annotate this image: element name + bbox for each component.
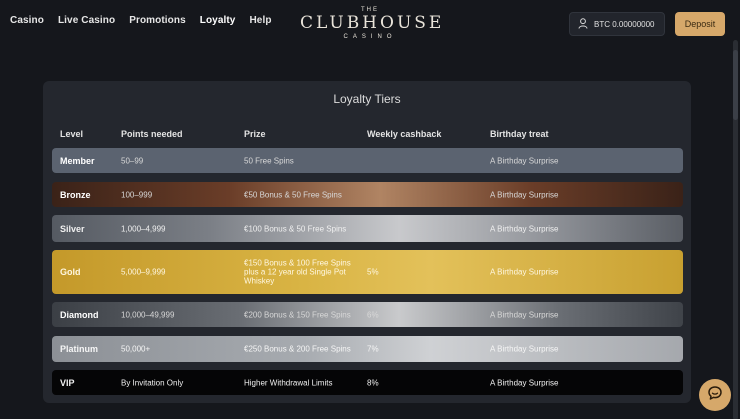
cell-level: Gold [60,267,81,277]
cell-level: Platinum [60,344,99,354]
cell-points: 100–999 [121,190,153,199]
header-points: Points needed [121,129,183,139]
cell-birthday: A Birthday Surprise [490,267,559,277]
header-cashback: Weekly cashback [367,129,442,139]
cell-prize: €200 Bonus & 150 Free Spins [244,310,351,319]
cell-cashback: 5% [367,267,379,277]
cell-cashback: 8% [367,378,379,387]
header-birthday: Birthday treat [490,129,549,139]
nav-promotions[interactable]: Promotions [129,15,186,26]
deposit-button[interactable]: Deposit [675,12,725,36]
table-row-platinum: Platinum 50,000+ €250 Bonus & 200 Free S… [52,336,683,362]
cell-prize: Higher Withdrawal Limits [244,378,333,387]
cell-points: 5,000–9,999 [121,267,166,277]
table-row-vip: VIP By Invitation Only Higher Withdrawal… [52,370,683,395]
cell-cashback: 6% [367,310,379,319]
main-nav: Casino Live Casino Promotions Loyalty He… [10,15,286,26]
cell-prize: €250 Bonus & 200 Free Spins [244,344,351,354]
cell-birthday: A Birthday Surprise [490,378,559,387]
nav-loyalty[interactable]: Loyalty [200,15,236,26]
cell-prize: €100 Bonus & 50 Free Spins [244,224,347,233]
cell-prize: €150 Bonus & 100 Free Spins plus a 12 ye… [244,258,351,286]
cell-birthday: A Birthday Surprise [490,310,559,319]
balance-display[interactable]: BTC 0.00000000 [569,12,665,36]
cell-points: By Invitation Only [121,378,184,387]
header-level: Level [60,129,84,139]
cell-level: VIP [60,377,75,388]
logo-bottom-text: CASINO [343,34,397,40]
logo-main-text: CLUBHOUSE [300,13,445,33]
cell-cashback: 7% [367,344,379,354]
card-title: Loyalty Tiers [333,92,401,106]
cell-birthday: A Birthday Surprise [490,156,559,165]
page-scrollbar[interactable] [733,40,738,419]
scrollbar-thumb[interactable] [733,50,738,120]
cell-points: 10,000–49,999 [121,310,175,319]
cell-level: Bronze [60,189,91,200]
nav-help[interactable]: Help [249,15,271,26]
cell-points: 1,000–4,999 [121,224,166,233]
chat-icon [707,385,723,406]
cell-level: Silver [60,223,85,234]
table-row-silver: Silver 1,000–4,999 €100 Bonus & 50 Free … [52,215,683,242]
table-row-bronze: Bronze 100–999 €50 Bonus & 50 Free Spins… [52,182,683,207]
cell-birthday: A Birthday Surprise [490,344,559,354]
top-bar: Casino Live Casino Promotions Loyalty He… [0,0,740,46]
cell-points: 50,000+ [121,344,151,354]
cell-birthday: A Birthday Surprise [490,224,559,233]
cell-prize: 50 Free Spins [244,156,294,165]
cell-birthday: A Birthday Surprise [490,190,559,199]
table-row-diamond: Diamond 10,000–49,999 €200 Bonus & 150 F… [52,302,683,327]
nav-casino[interactable]: Casino [10,15,44,26]
cell-level: Diamond [60,309,99,320]
nav-live-casino[interactable]: Live Casino [58,15,115,26]
table-row-member: Member 50–99 50 Free Spins A Birthday Su… [52,148,683,173]
header-prize: Prize [244,129,266,139]
clubhouse-logo[interactable]: THE CLUBHOUSE CASINO [300,6,445,42]
cell-level: Member [60,155,95,166]
table-row-gold: Gold 5,000–9,999 €150 Bonus & 100 Free S… [52,250,683,294]
cell-points: 50–99 [121,156,144,165]
balance-text: BTC 0.00000000 [594,19,655,29]
user-icon [578,17,588,31]
chat-button[interactable] [699,379,731,411]
loyalty-tiers-card: Loyalty Tiers Level Points needed Prize … [43,81,691,403]
cell-prize: €50 Bonus & 50 Free Spins [244,190,342,199]
